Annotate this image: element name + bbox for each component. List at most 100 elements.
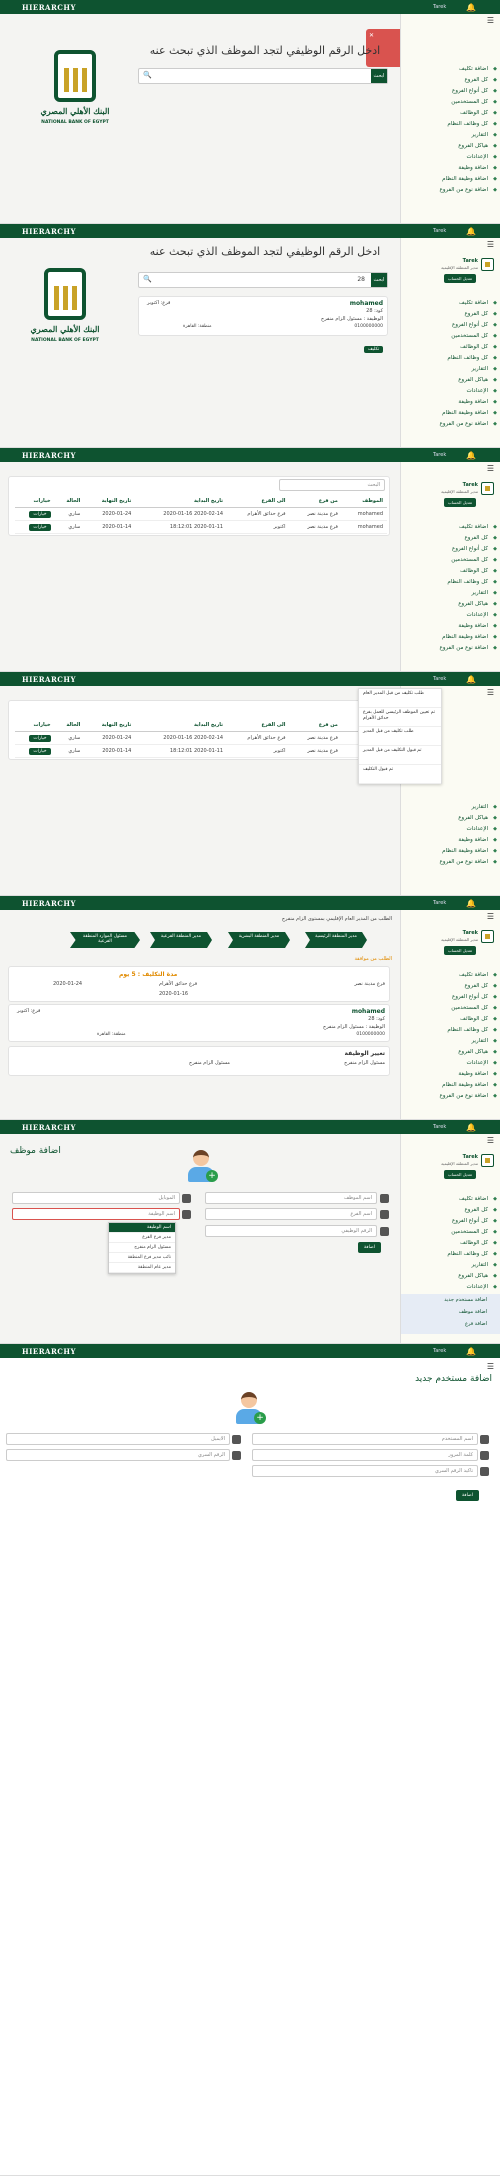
email-field[interactable]: الايميل xyxy=(6,1433,230,1445)
bell-icon[interactable]: 🔔 xyxy=(466,899,476,908)
menu-item[interactable]: كل وظائف النظام xyxy=(447,1027,496,1033)
bell-icon[interactable]: 🔔 xyxy=(466,1123,476,1132)
menu-item[interactable]: اضافة وظيفة xyxy=(458,623,496,629)
bell-icon[interactable]: 🔔 xyxy=(466,675,476,684)
menu-item[interactable]: كل الوظائف xyxy=(460,1016,497,1022)
menu-item[interactable]: الإعدادات xyxy=(466,1284,496,1290)
bell-icon[interactable]: 🔔 xyxy=(466,227,476,236)
menu-item[interactable]: كل وظائف النظام xyxy=(447,579,496,585)
menu-item[interactable]: هياكل الفروع xyxy=(458,815,496,821)
menu-item[interactable]: التقارير xyxy=(471,132,496,138)
edit-profile-button[interactable]: تعديل الحساب xyxy=(443,946,476,955)
menu-item[interactable]: اضافة تكليف xyxy=(459,1196,497,1202)
menu-icon[interactable]: ☰ xyxy=(487,1362,494,1371)
options-button[interactable]: خيارات xyxy=(29,735,51,742)
menu-item[interactable]: هياكل الفروع xyxy=(458,1049,496,1055)
menu-item[interactable]: كل المستخدمين xyxy=(451,99,496,105)
user-name[interactable]: Tarek xyxy=(433,228,446,234)
menu-item[interactable]: التقارير xyxy=(471,590,496,596)
menu-item[interactable]: الإعدادات xyxy=(466,612,496,618)
dropdown-option[interactable]: مدير فرع الفرع xyxy=(109,1233,175,1243)
menu-item[interactable]: الإعدادات xyxy=(466,388,496,394)
bell-icon[interactable]: 🔔 xyxy=(466,3,476,12)
username-field[interactable]: اسم المستخدم xyxy=(252,1433,478,1445)
menu-item[interactable]: اضافة تكليف xyxy=(459,66,497,72)
employee-name-field[interactable]: اسم الموظف xyxy=(205,1192,377,1204)
search-input[interactable]: 🔍 28 ابحث xyxy=(138,272,388,288)
menu-item[interactable]: هياكل الفروع xyxy=(458,1273,496,1279)
menu-item[interactable]: اضافة نوع من الفروع xyxy=(440,1093,498,1099)
menu-item[interactable]: اضافة وظيفة النظام xyxy=(442,410,497,416)
menu-item[interactable]: اضافة نوع من الفروع xyxy=(440,421,498,427)
menu-icon[interactable]: ☰ xyxy=(487,688,494,697)
add-employee-button[interactable]: اضافة xyxy=(358,1242,382,1253)
job-select[interactable]: اسم الوظيفة xyxy=(12,1208,180,1220)
menu-item[interactable]: اضافة وظيفة النظام xyxy=(442,634,497,640)
user-name[interactable]: Tarek xyxy=(433,452,446,458)
dropdown-option[interactable]: مدير عام المنطقة xyxy=(109,1263,175,1273)
options-button[interactable]: خيارات xyxy=(29,524,51,531)
menu-item[interactable]: كل وظائف النظام xyxy=(447,121,496,127)
search-button[interactable]: ابحث xyxy=(371,273,387,287)
notification-item[interactable]: طلب تكليف من قبل المدير xyxy=(359,727,441,746)
menu-item[interactable]: كل أنواع الفروع xyxy=(452,88,497,94)
user-name[interactable]: Tarek xyxy=(433,900,446,906)
menu-item[interactable]: كل المستخدمين xyxy=(451,1005,496,1011)
menu-item[interactable]: اضافة وظيفة xyxy=(458,165,496,171)
close-icon[interactable]: ✕ xyxy=(369,32,374,40)
menu-item[interactable]: كل المستخدمين xyxy=(451,333,496,339)
edit-profile-button[interactable]: تعديل الحساب xyxy=(443,274,476,283)
menu-item[interactable]: كل الفروع xyxy=(465,1207,497,1213)
employee-id-field[interactable]: الرقم الوظيفي xyxy=(205,1225,377,1237)
menu-item[interactable]: هياكل الفروع xyxy=(458,143,496,149)
submenu-item[interactable]: اضافة مستخدم جديد xyxy=(444,1297,487,1303)
menu-item[interactable]: اضافة تكليف xyxy=(459,300,497,306)
menu-item[interactable]: التقارير xyxy=(471,1262,496,1268)
menu-item[interactable]: كل الفروع xyxy=(465,77,497,83)
menu-item[interactable]: التقارير xyxy=(471,1038,496,1044)
bell-icon[interactable]: 🔔 xyxy=(466,1347,476,1356)
options-button[interactable]: خيارات xyxy=(29,511,51,518)
menu-item[interactable]: كل الوظائف xyxy=(460,1240,497,1246)
assign-button[interactable]: تكليف xyxy=(364,346,384,353)
branch-field[interactable]: اسم الفرع xyxy=(205,1208,377,1220)
menu-item[interactable]: الإعدادات xyxy=(466,154,496,160)
menu-item[interactable]: اضافة تكليف xyxy=(459,524,497,530)
menu-item[interactable]: اضافة وظيفة النظام xyxy=(442,848,497,854)
bell-icon[interactable]: 🔔 xyxy=(466,451,476,460)
notification-item[interactable]: تم تعيين الموظف الرئيسي للعمل بفرع حدائق… xyxy=(359,708,441,727)
notification-item[interactable]: تم قبول التكليف xyxy=(359,765,441,784)
menu-item[interactable]: اضافة نوع من الفروع xyxy=(440,859,498,865)
menu-item[interactable]: كل أنواع الفروع xyxy=(452,322,497,328)
menu-item[interactable]: كل المستخدمين xyxy=(451,1229,496,1235)
dropdown-option[interactable]: نائب مدير فرع المنطقة xyxy=(109,1253,175,1263)
menu-item[interactable]: كل الوظائف xyxy=(460,344,497,350)
submenu-item[interactable]: اضافة موظف xyxy=(459,1309,487,1315)
menu-icon[interactable]: ☰ xyxy=(487,1136,494,1145)
confirm-secret-field[interactable]: تاكيد الرقم السري xyxy=(252,1465,478,1477)
menu-item[interactable]: كل وظائف النظام xyxy=(447,1251,496,1257)
notification-item[interactable]: طلب تكليف من قبل المدير العام xyxy=(359,689,441,708)
menu-item[interactable]: هياكل الفروع xyxy=(458,377,496,383)
menu-item[interactable]: اضافة نوع من الفروع xyxy=(440,187,498,193)
menu-item[interactable]: اضافة وظيفة النظام xyxy=(442,1082,497,1088)
dropdown-option[interactable]: اسم الوظيفة xyxy=(109,1223,175,1233)
menu-item[interactable]: هياكل الفروع xyxy=(458,601,496,607)
menu-item[interactable]: التقارير xyxy=(471,366,496,372)
password-field[interactable]: كلمة المرور xyxy=(252,1449,478,1461)
menu-item[interactable]: كل الوظائف xyxy=(460,110,497,116)
menu-item[interactable]: كل الوظائف xyxy=(460,568,497,574)
menu-item[interactable]: الإعدادات xyxy=(466,826,496,832)
user-name[interactable]: Tarek xyxy=(433,1348,446,1354)
menu-item[interactable]: اضافة وظيفة xyxy=(458,1071,496,1077)
menu-item[interactable]: اضافة تكليف xyxy=(459,972,497,978)
menu-item[interactable]: الإعدادات xyxy=(466,1060,496,1066)
menu-item[interactable]: كل الفروع xyxy=(465,535,497,541)
menu-item[interactable]: كل الفروع xyxy=(465,983,497,989)
menu-item[interactable]: اضافة نوع من الفروع xyxy=(440,645,498,651)
menu-item[interactable]: اضافة وظيفة النظام xyxy=(442,176,497,182)
search-input[interactable]: 🔍 ابحث xyxy=(138,68,388,84)
options-button[interactable]: خيارات xyxy=(29,748,51,755)
menu-item[interactable]: كل أنواع الفروع xyxy=(452,546,497,552)
edit-profile-button[interactable]: تعديل الحساب xyxy=(443,498,476,507)
